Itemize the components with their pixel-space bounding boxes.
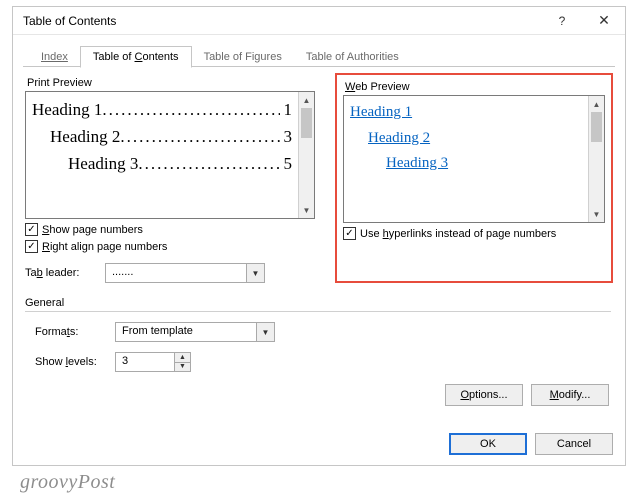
spinner-down-icon[interactable]: ▼ <box>175 363 190 372</box>
cancel-button[interactable]: Cancel <box>535 433 613 455</box>
tab-index[interactable]: Index <box>29 47 80 67</box>
web-link-2: Heading 2 <box>350 126 582 152</box>
tab-table-of-contents[interactable]: Table of Contents <box>80 46 192 68</box>
chevron-down-icon[interactable]: ▼ <box>246 264 264 282</box>
show-levels-label: Show levels: <box>35 356 107 368</box>
help-button[interactable]: ? <box>541 7 583 35</box>
show-page-numbers-label: Show page numbers <box>42 224 143 236</box>
scroll-down-icon[interactable]: ▼ <box>299 202 314 218</box>
show-page-numbers-row[interactable]: Show page numbers <box>25 223 315 236</box>
scroll-down-icon[interactable]: ▼ <box>589 206 604 222</box>
toc-line-2: Heading 2 ..............................… <box>32 123 292 150</box>
toc-line-1: Heading 1 ..............................… <box>32 96 292 123</box>
print-preview-box: Heading 1 ..............................… <box>25 91 315 219</box>
scroll-up-icon[interactable]: ▲ <box>589 96 604 112</box>
tab-table-of-authorities[interactable]: Table of Authorities <box>294 47 411 67</box>
use-hyperlinks-checkbox[interactable] <box>343 227 356 240</box>
toc-line-3: Heading 3 ..............................… <box>32 150 292 177</box>
web-preview-content: Heading 1 Heading 2 Heading 3 <box>344 96 588 222</box>
web-scrollbar[interactable]: ▲ ▼ <box>588 96 604 222</box>
close-button[interactable]: ✕ <box>583 7 625 35</box>
tab-leader-dropdown[interactable]: ....... ▼ <box>105 263 265 283</box>
show-page-numbers-checkbox[interactable] <box>25 223 38 236</box>
tab-leader-label: Tab leader: <box>25 267 97 279</box>
toc-dialog: Table of Contents ? ✕ Index Table of Con… <box>12 6 626 466</box>
print-preview-content: Heading 1 ..............................… <box>26 92 298 218</box>
show-levels-row: Show levels: 3 ▲ ▼ <box>25 352 613 372</box>
check-icon <box>27 225 35 235</box>
scroll-up-icon[interactable]: ▲ <box>299 92 314 108</box>
web-preview-label: Web Preview <box>345 81 605 93</box>
show-levels-spinner[interactable]: 3 ▲ ▼ <box>115 352 191 372</box>
use-hyperlinks-row[interactable]: Use hyperlinks instead of page numbers <box>343 227 605 240</box>
print-scrollbar[interactable]: ▲ ▼ <box>298 92 314 218</box>
dialog-title: Table of Contents <box>23 14 116 28</box>
right-align-row[interactable]: Right align page numbers <box>25 240 315 253</box>
titlebar: Table of Contents ? ✕ <box>13 7 625 35</box>
options-button[interactable]: Options... <box>445 384 523 406</box>
tab-table-of-figures[interactable]: Table of Figures <box>192 47 294 67</box>
watermark: groovyPost <box>20 471 115 494</box>
general-header: General <box>25 297 611 312</box>
titlebar-buttons: ? ✕ <box>541 7 625 35</box>
formats-label: Formats: <box>35 326 107 338</box>
modify-button[interactable]: Modify... <box>531 384 609 406</box>
web-preview-section: Web Preview Heading 1 Heading 2 Heading … <box>335 73 613 283</box>
chevron-down-icon[interactable]: ▼ <box>256 323 274 341</box>
scroll-thumb[interactable] <box>301 108 312 138</box>
check-icon <box>27 242 35 252</box>
ok-button[interactable]: OK <box>449 433 527 455</box>
use-hyperlinks-label: Use hyperlinks instead of page numbers <box>360 228 556 240</box>
web-preview-box: Heading 1 Heading 2 Heading 3 ▲ ▼ <box>343 95 605 223</box>
formats-dropdown[interactable]: From template ▼ <box>115 322 275 342</box>
web-link-1: Heading 1 <box>350 100 582 126</box>
spinner-up-icon[interactable]: ▲ <box>175 353 190 363</box>
print-preview-label: Print Preview <box>27 77 315 89</box>
tab-leader-row: Tab leader: ....... ▼ <box>25 263 315 283</box>
check-icon <box>345 229 353 239</box>
formats-row: Formats: From template ▼ <box>25 322 613 342</box>
print-preview-section: Print Preview Heading 1 ................… <box>25 75 315 283</box>
dialog-footer: OK Cancel <box>449 433 613 455</box>
right-align-label: Right align page numbers <box>42 241 167 253</box>
dialog-body: Print Preview Heading 1 ................… <box>13 67 625 416</box>
tab-strip: Index Table of Contents Table of Figures… <box>13 41 625 67</box>
web-link-3: Heading 3 <box>350 151 582 177</box>
right-align-checkbox[interactable] <box>25 240 38 253</box>
scroll-thumb[interactable] <box>591 112 602 142</box>
